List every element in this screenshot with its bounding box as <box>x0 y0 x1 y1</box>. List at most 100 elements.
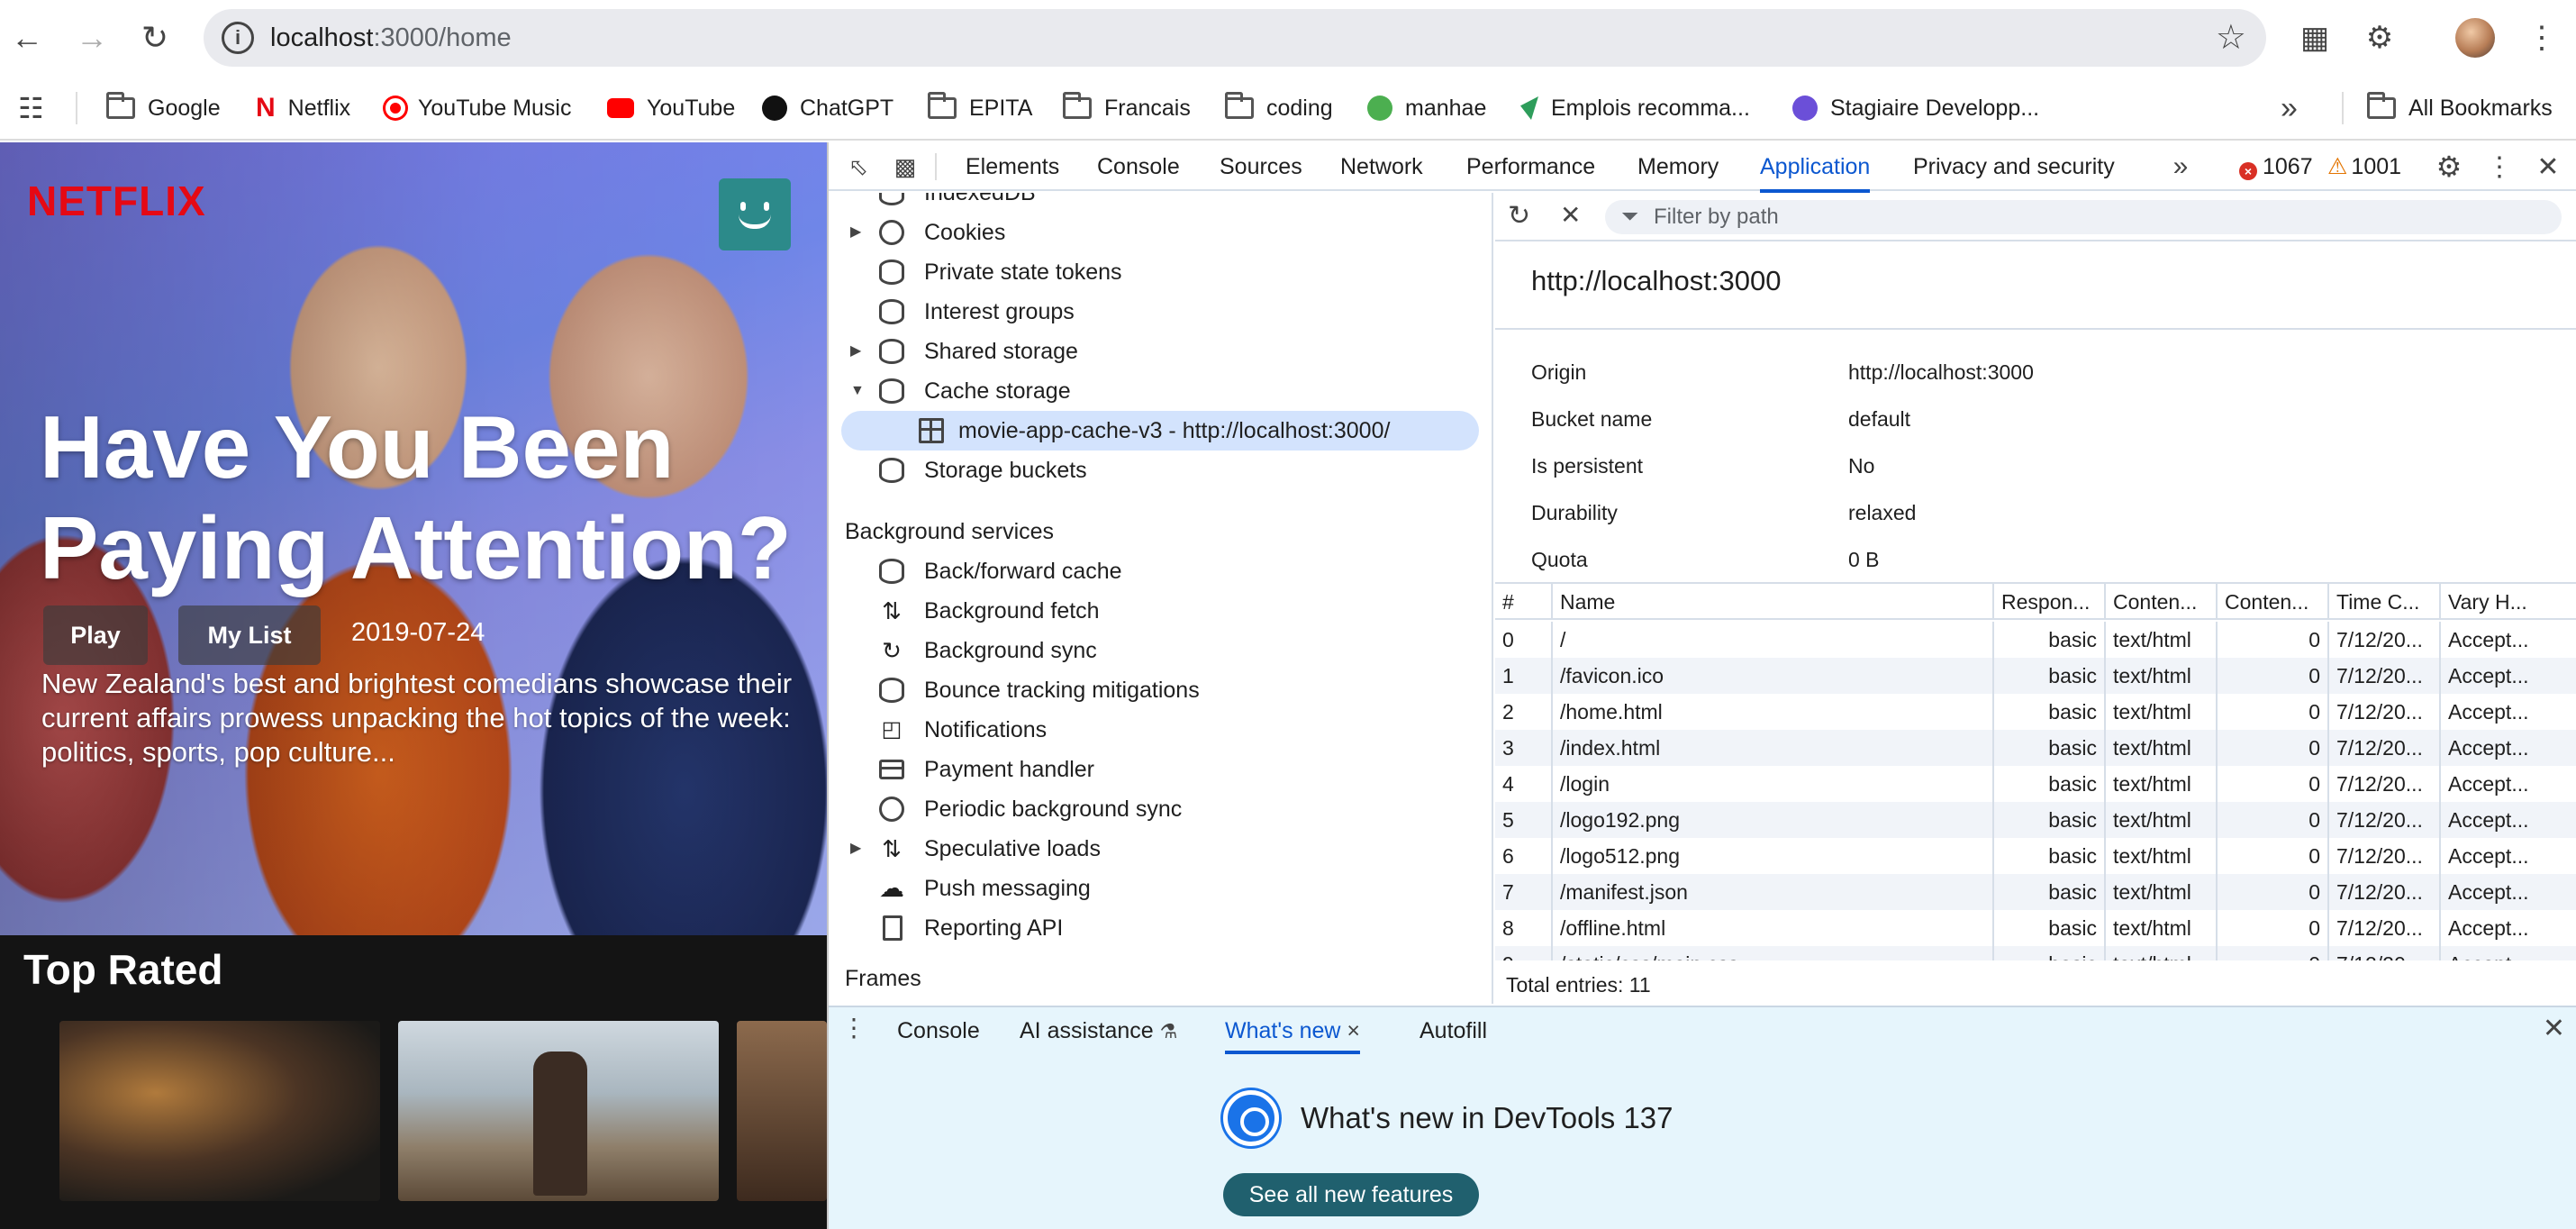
drawer-tab-console[interactable]: Console <box>897 1007 980 1054</box>
table-row[interactable]: 1/favicon.ico basic text/html 0 7/12/20... Ac… <box>1495 658 2576 694</box>
reload-icon[interactable]: ↻ <box>130 13 180 63</box>
inspect-element-icon[interactable]: ⬁ <box>841 150 875 184</box>
sidebar-item-payment-handler[interactable]: Payment handler <box>829 750 1492 789</box>
sidebar-item-cookies[interactable]: ▶ Cookies <box>829 213 1492 252</box>
sidebar-item-speculative-loads[interactable]: ▶ ⇅ Speculative loads <box>829 829 1492 869</box>
bookmark-emplois[interactable]: Emplois recomma... <box>1520 86 1750 130</box>
error-count[interactable]: × 1067 <box>2239 142 2313 191</box>
warning-count[interactable]: ⚠ 1001 <box>2327 142 2401 191</box>
table-row[interactable]: 0/basic text/html 0 7/12/20... Accept... <box>1495 622 2576 658</box>
all-bookmarks[interactable]: All Bookmarks <box>2367 86 2553 130</box>
expand-arrow-icon[interactable]: ▶ <box>850 213 861 252</box>
bookmark-epita[interactable]: EPITA <box>928 86 1032 130</box>
bookmark-youtube-music[interactable]: YouTube Music <box>385 86 571 130</box>
address-url[interactable]: localhost:3000/home <box>270 22 512 54</box>
more-tabs-icon[interactable]: » <box>2163 150 2198 184</box>
sidebar-item-background-sync[interactable]: ↻ Background sync <box>829 631 1492 670</box>
sidebar-item-periodic-sync[interactable]: Periodic background sync <box>829 789 1492 829</box>
column-header[interactable]: Time C... <box>2329 584 2441 620</box>
bookmark-coding[interactable]: coding <box>1225 86 1333 130</box>
table-row[interactable]: 5/logo192.png basic text/html 0 7/12/20... Ac… <box>1495 802 2576 838</box>
profile-avatar-icon[interactable] <box>719 178 791 250</box>
bookmark-chatgpt[interactable]: ChatGPT <box>762 86 893 130</box>
more-bookmarks-icon[interactable]: » <box>2281 86 2298 130</box>
qr-code-icon[interactable]: ▦ <box>2290 13 2340 63</box>
bookmark-francais[interactable]: Francais <box>1063 86 1191 130</box>
profile-avatar[interactable] <box>2455 18 2495 58</box>
tab-application[interactable]: Application <box>1760 142 1871 193</box>
column-header[interactable]: Respon... <box>1994 584 2106 620</box>
column-header[interactable]: Vary H... <box>2441 584 2576 620</box>
drawer-tab-autofill[interactable]: Autofill <box>1420 1007 1487 1054</box>
extensions-icon[interactable]: ⚙ <box>2354 13 2405 63</box>
table-row[interactable]: 2/home.html basic text/html 0 7/12/20... Acce… <box>1495 694 2576 730</box>
tab-privacy-security[interactable]: Privacy and security <box>1913 142 2115 191</box>
movie-poster[interactable] <box>737 1021 827 1201</box>
settings-gear-icon[interactable]: ⚙ <box>2432 150 2466 184</box>
table-cell: /favicon.ico <box>1553 658 1994 694</box>
sidebar-item-notifications[interactable]: ◰ Notifications <box>829 710 1492 750</box>
tab-sources[interactable]: Sources <box>1220 142 1302 191</box>
drawer-menu-icon[interactable]: ⋮ <box>841 1013 866 1042</box>
sidebar-item-shared-storage[interactable]: ▶ Shared storage <box>829 332 1492 371</box>
sidebar-item-storage-buckets[interactable]: Storage buckets <box>829 451 1492 490</box>
table-row[interactable]: 3/index.html basic text/html 0 7/12/20... Acc… <box>1495 730 2576 766</box>
bookmark-manhae[interactable]: manhae <box>1367 86 1486 130</box>
apps-grid-icon[interactable]: ☷ <box>18 86 44 130</box>
column-header[interactable]: Conten... <box>2218 584 2329 620</box>
bookmark-google[interactable]: Google <box>106 86 221 130</box>
site-info-icon[interactable]: i <box>222 22 254 54</box>
clear-icon[interactable]: ✕ <box>1560 200 1581 230</box>
table-row[interactable]: 4/login basic text/html 0 7/12/20... Accept..… <box>1495 766 2576 802</box>
collapse-arrow-icon[interactable]: ▼ <box>850 371 865 411</box>
tab-memory[interactable]: Memory <box>1637 142 1719 191</box>
sidebar-item-cache-storage[interactable]: ▼ Cache storage <box>829 371 1492 411</box>
tab-network[interactable]: Network <box>1340 142 1423 191</box>
close-drawer-icon[interactable]: ✕ <box>2543 1013 2565 1044</box>
column-header[interactable]: Name <box>1553 584 1994 620</box>
bookmark-netflix[interactable]: N Netflix <box>256 86 350 130</box>
expand-arrow-icon[interactable]: ▶ <box>850 332 861 371</box>
column-header[interactable]: # <box>1495 584 1553 620</box>
play-button[interactable]: Play <box>43 605 148 665</box>
tab-elements[interactable]: Elements <box>966 142 1059 191</box>
table-row[interactable]: 6/logo512.png basic text/html 0 7/12/20... Ac… <box>1495 838 2576 874</box>
sidebar-item-bounce-tracking[interactable]: Bounce tracking mitigations <box>829 670 1492 710</box>
devtools-menu-icon[interactable]: ⋮ <box>2482 150 2517 184</box>
forward-arrow-icon[interactable]: → <box>67 13 117 63</box>
sidebar-item-background-fetch[interactable]: ⇅ Background fetch <box>829 591 1492 631</box>
back-arrow-icon[interactable]: ← <box>2 13 52 63</box>
device-toolbar-icon[interactable]: ▩ <box>888 150 922 184</box>
sidebar-item-bfcache[interactable]: Back/forward cache <box>829 551 1492 591</box>
bookmark-stagiaire[interactable]: Stagiaire Developp... <box>1792 86 2039 130</box>
sidebar-item-cache-entry[interactable]: movie-app-cache-v3 - http://localhost:30… <box>841 411 1479 451</box>
close-devtools-icon[interactable]: ✕ <box>2531 150 2565 184</box>
address-bar[interactable]: i localhost:3000/home ☆ <box>204 9 2266 67</box>
table-row[interactable]: 9/static/css/main.cssbasictext/html07/12… <box>1495 946 2576 960</box>
tab-console[interactable]: Console <box>1097 142 1180 191</box>
table-row[interactable]: 7/manifest.json basic text/html 0 7/12/20...… <box>1495 874 2576 910</box>
bookmark-youtube[interactable]: YouTube <box>607 86 735 130</box>
sidebar-item-private-state-tokens[interactable]: Private state tokens <box>829 252 1492 292</box>
netflix-logo[interactable]: NETFLIX <box>27 177 206 225</box>
refresh-icon[interactable]: ↻ <box>1508 200 1530 232</box>
movie-poster[interactable] <box>398 1021 719 1201</box>
sidebar-item-interest-groups[interactable]: Interest groups <box>829 292 1492 332</box>
sidebar-item-indexeddb[interactable]: IndexedDB <box>829 193 1492 213</box>
sidebar-item-push-messaging[interactable]: ☁ Push messaging <box>829 869 1492 908</box>
row-title: Top Rated <box>23 946 223 993</box>
column-header[interactable]: Conten... <box>2106 584 2218 620</box>
tab-performance[interactable]: Performance <box>1466 142 1595 191</box>
close-tab-icon[interactable]: × <box>1347 1018 1360 1043</box>
table-row[interactable]: 8/offline.html basic text/html 0 7/12/20... A… <box>1495 910 2576 946</box>
sidebar-item-reporting-api[interactable]: Reporting API <box>829 908 1492 948</box>
filter-by-path-input[interactable]: ⏷ Filter by path <box>1605 200 2562 234</box>
movie-poster[interactable] <box>59 1021 380 1201</box>
see-all-features-button[interactable]: See all new features <box>1223 1173 1479 1216</box>
menu-dots-icon[interactable]: ⋮ <box>2517 13 2567 63</box>
my-list-button[interactable]: My List <box>178 605 321 665</box>
drawer-tab-whats-new[interactable]: What's new × <box>1225 1007 1360 1054</box>
bookmark-star-icon[interactable]: ☆ <box>2216 18 2246 58</box>
expand-arrow-icon[interactable]: ▶ <box>850 829 861 869</box>
drawer-tab-ai-assistance[interactable]: AI assistance ⚗ <box>1020 1007 1177 1054</box>
